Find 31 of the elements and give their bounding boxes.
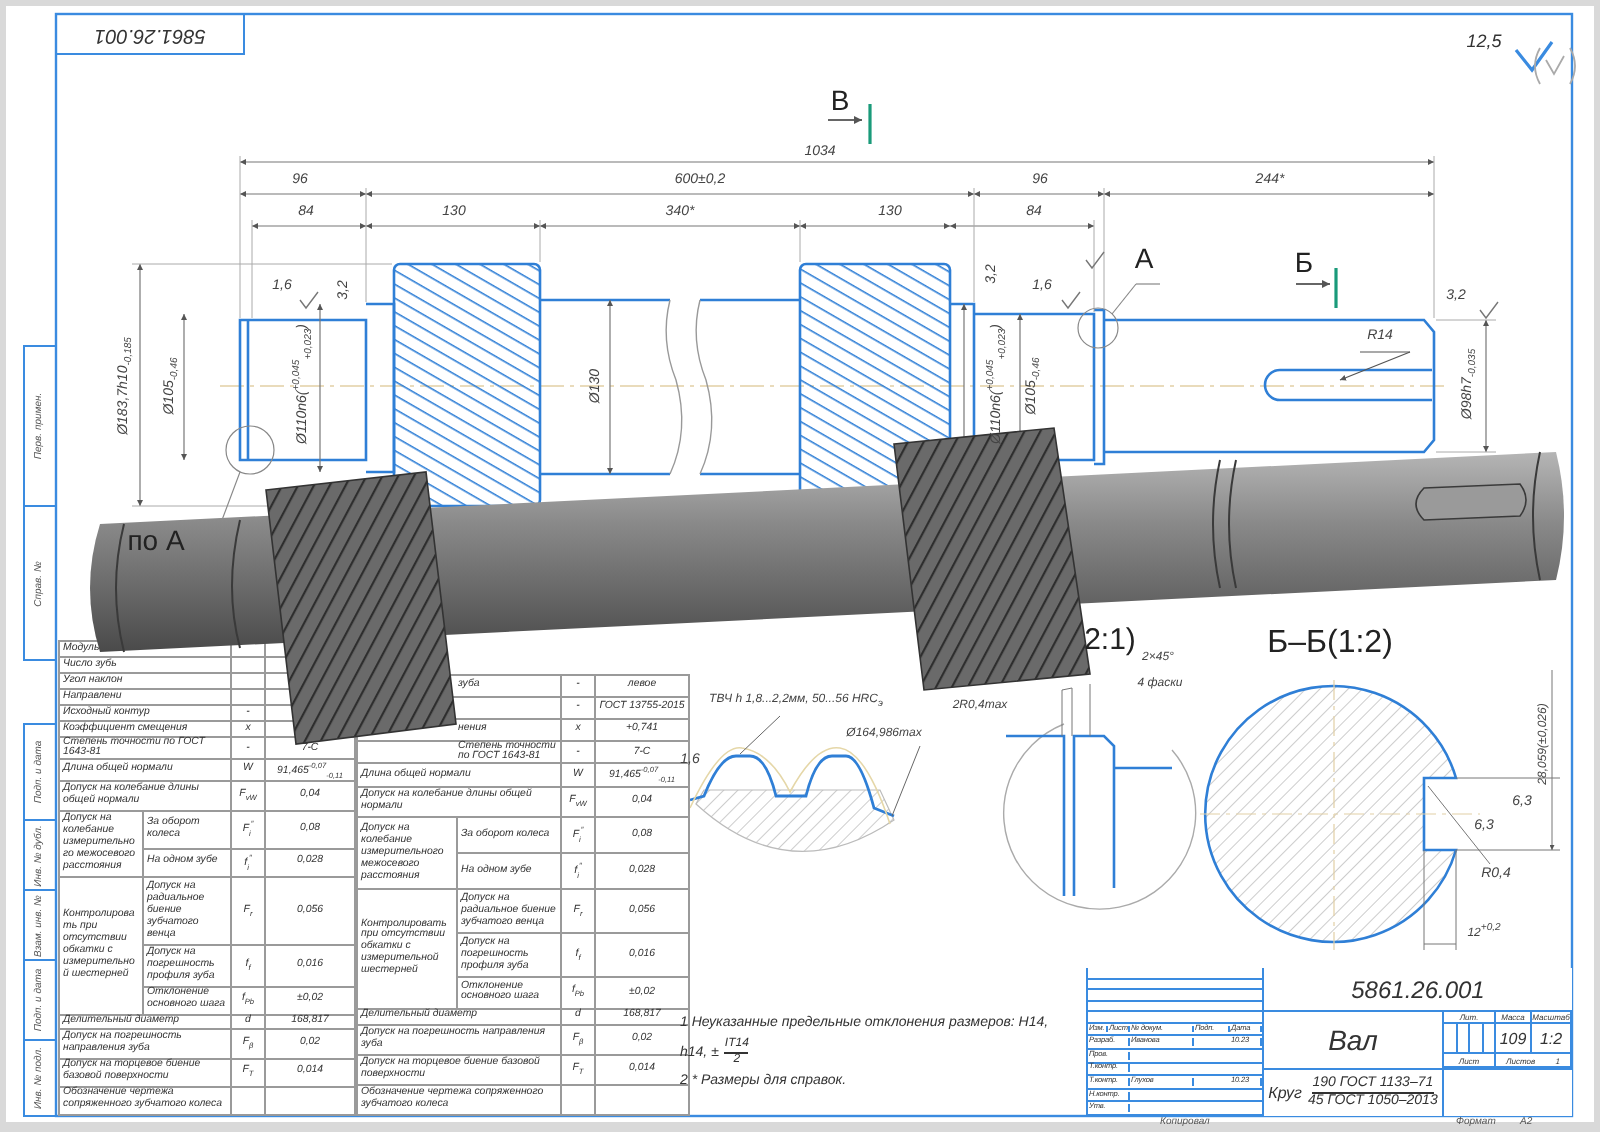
- roughness-check-icon: [1479, 301, 1499, 320]
- roughness-check-icon: [1514, 41, 1554, 73]
- material-label: Круг: [1268, 1084, 1302, 1102]
- roughness-check-icon: [299, 291, 319, 310]
- extension-line: [973, 187, 975, 303]
- part-name: Вал: [1264, 1012, 1444, 1070]
- roughness-check-icon: [1085, 251, 1105, 270]
- section-arrow-icon: [1295, 268, 1338, 308]
- section-label: В: [830, 86, 850, 114]
- extension-line: [539, 219, 541, 263]
- leader-line: [1339, 351, 1411, 381]
- extension-line: [1435, 451, 1497, 453]
- table-cell: 109: [1496, 1024, 1532, 1054]
- view-title: 2:1): [1084, 625, 1136, 655]
- roughness-sign-icon: [1534, 47, 1576, 85]
- stamp-cell: [23, 1039, 57, 1117]
- detail-callout-icon: [1077, 283, 1161, 349]
- section-label: Б: [1294, 248, 1314, 276]
- roughness-value: 12,5: [1466, 33, 1502, 51]
- dimension-line: [1483, 319, 1489, 453]
- extension-line: [1103, 187, 1105, 309]
- section-label: А: [1134, 244, 1154, 272]
- roughness-check-icon: [1061, 291, 1081, 310]
- extension-line: [799, 219, 801, 263]
- section-label: по А: [127, 526, 185, 554]
- stamp-cell: [23, 723, 57, 821]
- drawing-number: 5861.26.001: [94, 24, 206, 44]
- view-title: Б–Б(1:2): [1267, 628, 1393, 660]
- document-number: 5861.26.001: [1264, 968, 1572, 1012]
- table-cell: 1:2: [1532, 1024, 1572, 1054]
- extension-line: [1093, 219, 1095, 313]
